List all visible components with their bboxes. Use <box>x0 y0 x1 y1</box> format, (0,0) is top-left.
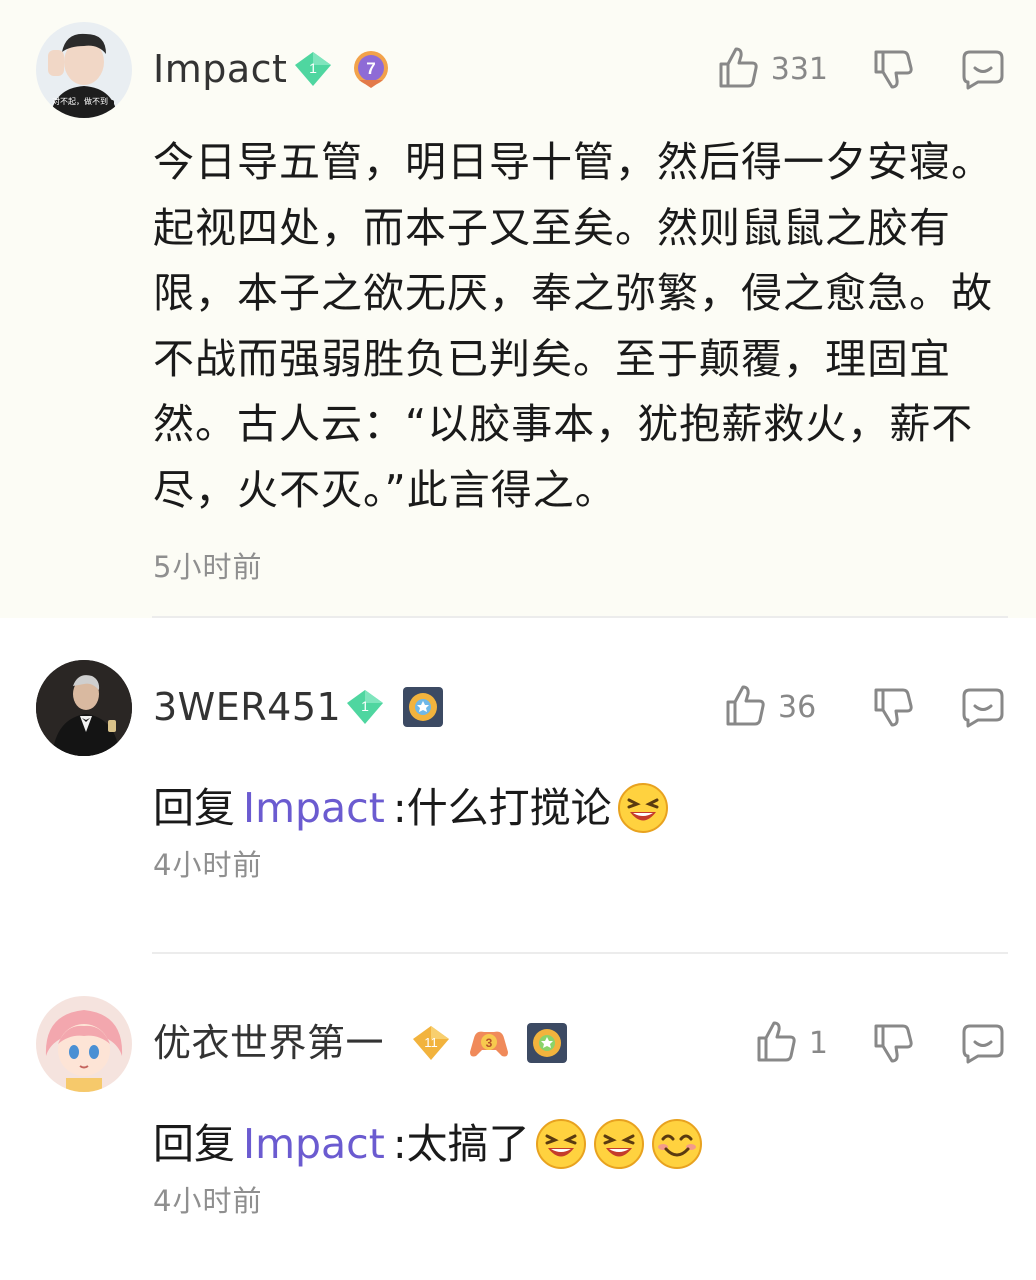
reply-prefix: 回复 <box>153 1120 235 1168</box>
comment-item: 优衣世界第一 11 3 1 回复 Impact:太搞了 4小时前 <box>0 954 1036 1280</box>
comment-timestamp: 5小时前 <box>153 550 263 584</box>
reply-text: 回复 Impact :什么打搅论 <box>153 778 670 838</box>
reply-content: :什么打搅论 <box>392 784 612 832</box>
username[interactable]: Impact <box>153 42 287 96</box>
comment-timestamp: 4小时前 <box>153 1184 263 1218</box>
diamond-level-badge-icon[interactable]: 1 <box>290 46 336 92</box>
mention-link[interactable]: Impact <box>243 1114 385 1174</box>
comment-item: 对不起，做不到 Impact 1 7 331 今日导五管，明日导十管，然后得一夕… <box>0 0 1036 618</box>
user-badges: 1 <box>342 684 446 730</box>
svg-text:1: 1 <box>361 698 369 714</box>
comment-timestamp: 4小时前 <box>153 848 263 882</box>
thumbs-down-icon <box>870 1020 916 1066</box>
avatar[interactable]: 对不起，做不到 <box>36 22 132 118</box>
user-badges: 11 3 <box>408 1020 570 1066</box>
like-button[interactable]: 1 <box>753 1018 828 1068</box>
like-count: 331 <box>770 51 828 87</box>
avatar[interactable] <box>36 660 132 756</box>
comment-actions: 331 <box>715 44 1006 94</box>
reply-prefix: 回复 <box>153 784 235 832</box>
reply-content: :太搞了 <box>392 1120 530 1168</box>
chat-bubble-icon <box>960 684 1006 730</box>
chat-bubble-icon <box>960 46 1006 92</box>
svg-text:3: 3 <box>486 1036 493 1050</box>
like-count: 36 <box>778 689 817 725</box>
mention-link[interactable]: Impact <box>243 778 385 838</box>
laughing-emoji-icon <box>616 781 670 835</box>
diamond-level-badge-icon[interactable]: 1 <box>342 684 388 730</box>
comment-actions: 1 <box>753 1018 1006 1068</box>
sun-medal-badge-icon[interactable] <box>524 1020 570 1066</box>
sun-medal-badge-icon[interactable] <box>400 684 446 730</box>
reply-button[interactable] <box>960 46 1006 92</box>
avatar-caption: 对不起，做不到 <box>52 97 108 106</box>
like-button[interactable]: 331 <box>715 44 828 94</box>
shield-rank-badge-icon[interactable]: 7 <box>348 46 394 92</box>
user-badges: 1 7 <box>290 46 394 92</box>
thumbs-up-icon <box>722 682 768 732</box>
gamepad-badge-icon[interactable]: 3 <box>466 1020 512 1066</box>
like-button[interactable]: 36 <box>722 682 828 732</box>
dislike-button[interactable] <box>870 1020 916 1066</box>
thumbs-up-icon <box>753 1018 799 1068</box>
diamond-level-badge-icon[interactable]: 11 <box>408 1020 454 1066</box>
like-count: 1 <box>808 1025 828 1061</box>
dislike-button[interactable] <box>870 684 916 730</box>
thumbs-down-icon <box>870 684 916 730</box>
comment-item: 3WER451 1 36 回复 Impact:什么打搅论 4小时前 <box>0 618 1036 954</box>
thumbs-down-icon <box>870 46 916 92</box>
comment-actions: 36 <box>722 682 1006 732</box>
laughing-emoji-icon <box>592 1117 646 1171</box>
laughing-emoji-icon <box>534 1117 588 1171</box>
svg-text:11: 11 <box>424 1035 438 1050</box>
reply-text: 回复 Impact :太搞了 <box>153 1114 704 1174</box>
svg-text:7: 7 <box>366 59 375 78</box>
username[interactable]: 3WER451 <box>153 680 341 734</box>
reply-button[interactable] <box>960 684 1006 730</box>
avatar[interactable] <box>36 996 132 1092</box>
dislike-button[interactable] <box>870 46 916 92</box>
thumbs-up-icon <box>715 44 761 94</box>
reply-button[interactable] <box>960 1020 1006 1066</box>
username[interactable]: 优衣世界第一 <box>153 1016 384 1070</box>
svg-text:1: 1 <box>309 60 317 76</box>
chat-bubble-icon <box>960 1020 1006 1066</box>
comment-text: 今日导五管，明日导十管，然后得一夕安寝。起视四处，而本子又至矣。然则鼠鼠之胶有限… <box>153 138 993 514</box>
grinning-emoji-icon <box>650 1117 704 1171</box>
